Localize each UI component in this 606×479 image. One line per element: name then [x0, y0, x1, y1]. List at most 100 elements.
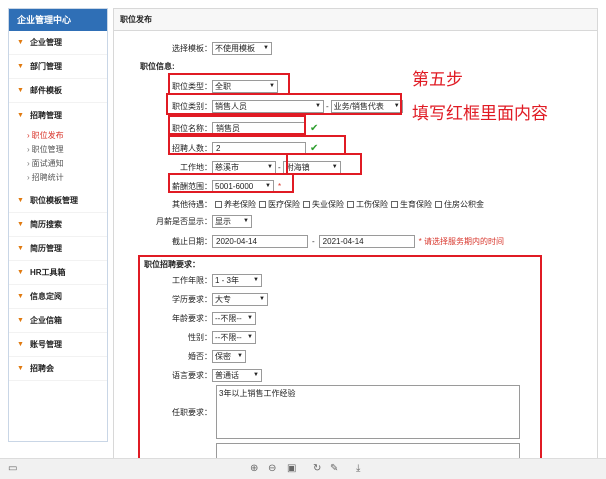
caret-down-icon: ▼ [17, 39, 24, 46]
chevron-down-icon: ▼ [247, 315, 253, 321]
section-job-info: 职位信息: [140, 62, 175, 71]
sub-item-interview[interactable]: › 面试通知 [27, 157, 107, 171]
benefits-row: 其他待遇： 养老保险 医疗保险 失业保险 工伤保险 生育保险 住房公积金 [134, 197, 484, 211]
sidebar-item-account[interactable]: ▼ 账号管理 [9, 333, 107, 357]
template-label: 选择模板： [172, 43, 212, 53]
duties-row: 任职要求： [134, 405, 212, 419]
gender-row: 性别： --不限-- ▼ [134, 330, 256, 344]
sidebar-item-subscription[interactable]: ▼ 信息定阅 [9, 285, 107, 309]
sidebar-item-recruitment[interactable]: ▼ 招聘管理 [9, 103, 107, 127]
marital-row: 婚否： 保密 ▼ [134, 349, 246, 363]
highlight-box-job-name [168, 115, 306, 135]
sub-item-job-post[interactable]: › 职位发布 [27, 129, 107, 143]
language-select[interactable]: 普通话 ▼ [212, 368, 262, 382]
education-label: 学历要求： [172, 294, 212, 304]
chevron-down-icon: ▼ [253, 372, 259, 378]
age-select[interactable]: --不限-- ▼ [212, 311, 256, 325]
sidebar-item-resume-search[interactable]: ▼ 简历搜索 [9, 213, 107, 237]
sub-item-job-manage[interactable]: › 职位管理 [27, 143, 107, 157]
show-salary-row: 月薪是否显示： 显示 ▼ [134, 214, 252, 228]
show-salary-select[interactable]: 显示 ▼ [212, 214, 252, 228]
sidebar: 企业管理中心 ▼ 企业管理 ▼ 部门管理 ▼ 邮件模板 ▼ 招聘管理 › 职位发布 › 职位… [8, 8, 108, 442]
deadline-end-input[interactable]: 2021-04-14 [318, 234, 415, 248]
sidebar-item-mail-template[interactable]: ▼ 邮件模板 [9, 79, 107, 103]
checkbox-unemployment[interactable] [303, 200, 310, 208]
checkbox-injury[interactable] [347, 200, 354, 208]
annotation-instruction: 填写红框里面内容 [412, 104, 548, 123]
chevron-right-icon: › [27, 145, 30, 154]
education-select[interactable]: 大专 ▼ [212, 292, 268, 306]
age-row: 年龄要求： --不限-- ▼ [134, 311, 256, 325]
chevron-right-icon: › [27, 159, 30, 168]
sidebar-title: 企业管理中心 [9, 9, 107, 31]
language-label: 语言要求： [172, 370, 212, 380]
marital-select[interactable]: 保密 ▼ [212, 349, 246, 363]
highlight-box-salary [168, 173, 294, 193]
duties-textarea[interactable]: 3年以上销售工作经验 [216, 385, 520, 439]
marital-label: 婚否： [188, 351, 212, 361]
education-row: 学历要求： 大专 ▼ [134, 292, 268, 306]
benefits-label: 其他待遇： [172, 199, 212, 209]
gender-label: 性别： [188, 332, 212, 342]
annotation-step: 第五步 [412, 70, 463, 89]
check-icon: ✔ [310, 122, 319, 134]
sidebar-item-hr-tools[interactable]: ▼ HR工具箱 [9, 261, 107, 285]
checkbox-pension[interactable] [215, 200, 222, 208]
caret-down-icon: ▼ [17, 111, 24, 119]
sidebar-toggle-icon[interactable]: ▭ [8, 463, 17, 474]
caret-down-icon: ▼ [17, 317, 24, 324]
download-icon[interactable]: ⤓ [356, 463, 360, 474]
sidebar-item-department[interactable]: ▼ 部门管理 [9, 55, 107, 79]
edit-icon[interactable]: ✎ [330, 463, 338, 474]
sidebar-item-mailbox[interactable]: ▼ 企业信箱 [9, 309, 107, 333]
deadline-row: 截止日期： 2020-04-14 - 2021-04-14 * 请选择服务期内的… [134, 234, 504, 248]
highlight-box-job-type [168, 73, 290, 95]
rotate-icon[interactable]: ↻ [313, 463, 321, 474]
template-select[interactable]: 不使用模板 ▼ [212, 41, 272, 55]
sub-item-stats[interactable]: › 招聘统计 [27, 171, 107, 185]
chevron-down-icon: ▼ [259, 296, 265, 302]
chevron-down-icon: ▼ [247, 334, 253, 340]
fit-page-icon[interactable]: ▣ [287, 463, 296, 474]
gender-select[interactable]: --不限-- ▼ [212, 330, 256, 344]
highlight-box-job-category [166, 93, 402, 115]
deadline-separator: - [312, 236, 315, 246]
sidebar-item-job-fair[interactable]: ▼ 招聘会 [9, 357, 107, 381]
deadline-note: * 请选择服务期内的时间 [418, 236, 505, 246]
viewer-toolbar: ▭ ⊕ ⊖ ▣ ↻ ✎ ⤓ [0, 458, 606, 479]
caret-down-icon: ▼ [17, 245, 24, 252]
chevron-down-icon: ▼ [243, 218, 249, 224]
caret-down-icon: ▼ [17, 221, 24, 228]
caret-down-icon: ▼ [17, 341, 24, 348]
experience-label: 工作年限： [172, 275, 212, 285]
main-panel: 职位发布 选择模板： 不使用模板 ▼ 职位信息: 职位类型： 全职 ▼ 职位类别： … [113, 8, 598, 458]
checkbox-housing-fund[interactable] [435, 200, 442, 208]
caret-down-icon: ▼ [17, 293, 24, 300]
zoom-in-icon[interactable]: ⊕ [250, 463, 258, 474]
caret-down-icon: ▼ [17, 197, 24, 204]
chevron-right-icon: › [27, 173, 30, 182]
caret-down-icon: ▼ [17, 269, 24, 276]
zoom-out-icon[interactable]: ⊖ [268, 463, 276, 474]
recruitment-submenu: › 职位发布 › 职位管理 › 面试通知 › 招聘统计 [9, 127, 107, 189]
experience-select[interactable]: 1 - 3年 ▼ [212, 273, 262, 287]
sidebar-item-enterprise[interactable]: ▼ 企业管理 [9, 31, 107, 55]
sidebar-item-resume-manage[interactable]: ▼ 简历管理 [9, 237, 107, 261]
checkbox-maternity[interactable] [391, 200, 398, 208]
deadline-start-input[interactable]: 2020-04-14 [212, 234, 308, 248]
page-title: 职位发布 [114, 9, 597, 31]
chevron-right-icon: › [27, 131, 30, 140]
checkbox-medical[interactable] [259, 200, 266, 208]
deadline-label: 截止日期： [172, 236, 212, 246]
extra-textarea[interactable] [216, 443, 520, 458]
experience-row: 工作年限： 1 - 3年 ▼ [134, 273, 262, 287]
city-select[interactable]: 慈溪市 ▼ [212, 160, 276, 174]
highlight-box-headcount [168, 135, 346, 155]
highlight-box-town [286, 153, 362, 175]
show-salary-label: 月薪是否显示： [156, 216, 212, 226]
caret-down-icon: ▼ [17, 63, 24, 70]
chevron-down-icon: ▼ [237, 353, 243, 359]
template-row: 选择模板： 不使用模板 ▼ [134, 41, 272, 55]
location-label: 工作地： [180, 162, 212, 172]
sidebar-item-job-template[interactable]: ▼ 职位模板管理 [9, 189, 107, 213]
